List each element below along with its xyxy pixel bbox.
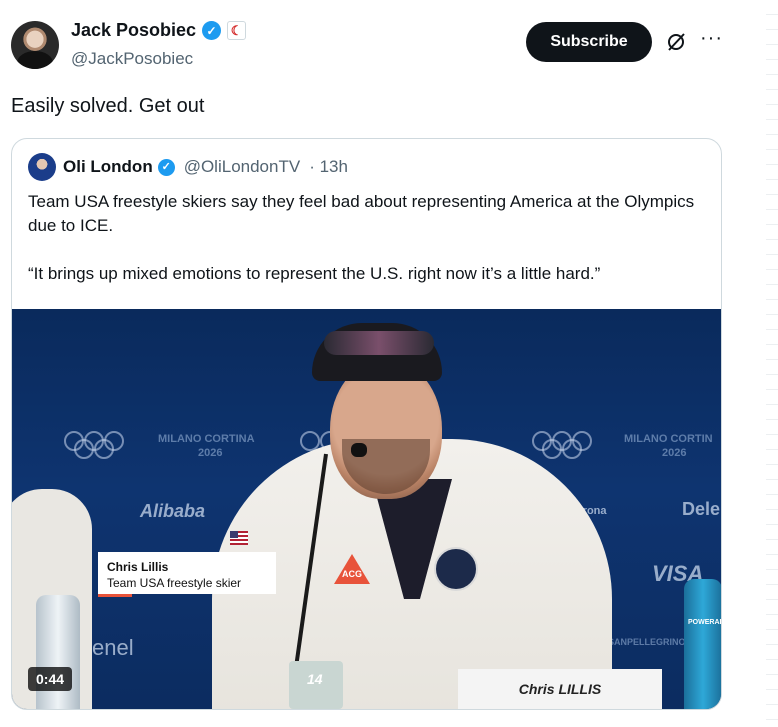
backdrop-logo: enel <box>92 635 134 660</box>
speaker-title: Team USA freestyle skier <box>107 576 242 590</box>
post-text: Easily solved. Get out <box>11 95 205 117</box>
video-duration-badge: 0:44 <box>28 667 73 691</box>
bottle-label: POWERADE <box>688 619 721 626</box>
author-name-row: Jack Posobiec ✓ ☾ <box>71 20 247 41</box>
acg-logo-text: ACG <box>342 569 362 579</box>
quoted-author-row: Oli London ✓ @OliLondonTV · 13h <box>63 157 348 177</box>
scroll-rail[interactable] <box>766 0 778 727</box>
speaker-name: Chris Lillis <box>107 560 169 574</box>
verified-badge-icon[interactable]: ✓ <box>202 21 222 40</box>
table-nameplate: Chris LILLIS <box>458 669 662 709</box>
quoted-paragraph: “It brings up mixed emotions to represen… <box>28 264 601 283</box>
backdrop-logo: Alibaba <box>140 501 206 521</box>
author-handle[interactable]: @JackPosobiec <box>71 49 193 69</box>
quoted-author-avatar <box>28 153 56 181</box>
more-options-icon[interactable]: ··· <box>700 27 723 50</box>
quoted-author-name: Oli London <box>63 157 153 176</box>
backdrop-logo: 2026 <box>662 447 687 459</box>
backdrop-logo: MILANO CORTINA <box>158 433 255 445</box>
backdrop-logo: MILANO CORTIN <box>624 433 713 445</box>
microphone-icon <box>351 443 367 457</box>
water-bottle <box>36 595 80 709</box>
grok-icon[interactable] <box>665 31 687 53</box>
post-view: Jack Posobiec ✓ ☾ @JackPosobiec Subscrib… <box>0 0 778 727</box>
quoted-post-text: Team USA freestyle skiers say they feel … <box>28 190 713 286</box>
author-avatar[interactable] <box>11 21 59 69</box>
verified-badge-icon: ✓ <box>157 158 175 176</box>
microphone-label: 14 <box>307 671 323 687</box>
microphone-base: 14 <box>289 661 343 709</box>
backdrop-logo: Dele <box>682 499 721 519</box>
backdrop-logo: 2026 <box>198 447 223 459</box>
quoted-post-time: · 13h <box>309 157 348 176</box>
olympic-rings-icon <box>64 431 124 459</box>
backdrop-logo: SANPELLEGRINO <box>608 637 686 647</box>
author-display-name[interactable]: Jack Posobiec <box>71 20 196 41</box>
speaker-lower-third: Chris Lillis Team USA freestyle skier <box>98 552 276 597</box>
quoted-paragraph: Team USA freestyle skiers say they feel … <box>28 192 695 235</box>
quoted-author-handle: @OliLondonTV <box>183 157 301 176</box>
subscribe-button[interactable]: Subscribe <box>526 22 652 62</box>
affiliate-badge-icon[interactable]: ☾ <box>227 21 247 40</box>
skier-goggles <box>324 331 434 355</box>
team-usa-patch-icon <box>434 547 478 591</box>
olympic-rings-icon <box>532 431 592 459</box>
video-player[interactable]: MILANO CORTINA 2026 MILANO CORTIN 2026 a… <box>12 309 721 709</box>
powerade-bottle: POWERADE <box>684 579 721 709</box>
quoted-post-card[interactable]: Oli London ✓ @OliLondonTV · 13h Team USA… <box>11 138 722 710</box>
us-flag-patch-icon <box>230 531 248 545</box>
